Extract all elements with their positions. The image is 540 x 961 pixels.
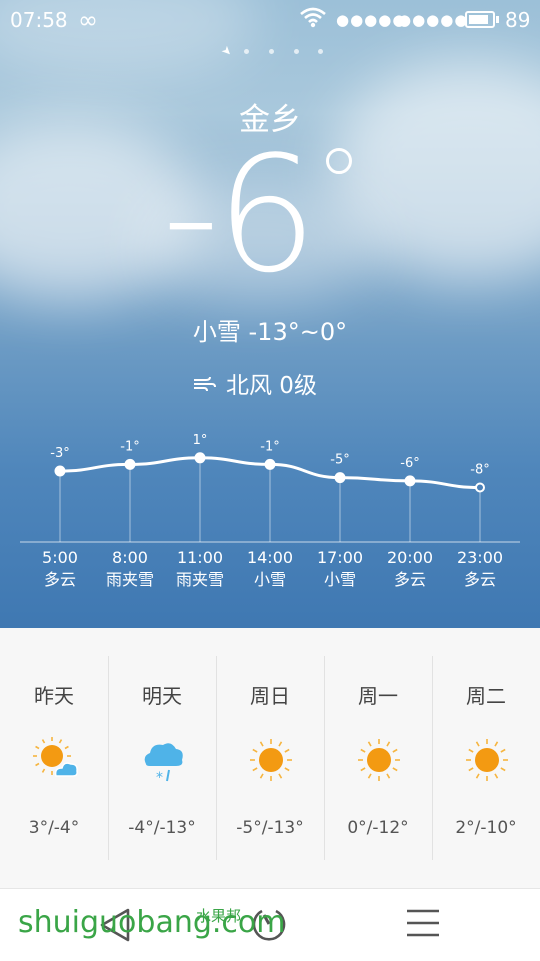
chart-condition-label: 多云 — [464, 570, 496, 589]
forecast-temp-range: 0°/-12° — [347, 818, 409, 838]
chart-condition-label: 小雪 — [254, 570, 286, 589]
chart-tick-label: 11:00 — [177, 548, 223, 567]
chart-tick-label: 8:00 — [112, 548, 148, 567]
wind-info: 北风 0级 — [192, 366, 317, 400]
daily-forecast: 昨天 3°/-4° 明天 * -4°/-13° 周日 -5°/-13° 周一 0°/-… — [0, 628, 540, 888]
location-arrow-icon: ➤ — [218, 42, 236, 60]
chart-point — [404, 475, 416, 487]
chart-point — [194, 452, 206, 464]
chart-data-label: -3° — [50, 446, 69, 461]
chart-point — [334, 472, 346, 484]
sun-icon — [464, 736, 510, 784]
condition-range: 小雪 -13°~0° — [192, 318, 348, 346]
forecast-divider — [432, 656, 433, 860]
status-bar: 07:58 ∞ ●●●●● ●●●●● 89 — [0, 0, 540, 40]
sun-icon — [248, 736, 294, 784]
chart-point — [124, 458, 136, 470]
signal-strength-icon-2: ●●●●● — [398, 11, 469, 29]
chart-data-label: -1° — [120, 439, 139, 454]
clock: 07:58 — [10, 8, 68, 32]
forecast-temp-range: -4°/-13° — [128, 818, 196, 838]
forecast-day-name: 周日 — [250, 684, 290, 708]
chart-data-label: 1° — [193, 433, 208, 448]
chart-tick-label: 17:00 — [317, 548, 363, 567]
forecast-day-name: 昨天 — [34, 684, 74, 708]
forecast-divider — [324, 656, 325, 860]
wind-icon — [192, 373, 216, 399]
forecast-day-name: 明天 — [142, 684, 182, 708]
battery-icon — [465, 11, 499, 28]
chart-data-label: -1° — [260, 439, 279, 454]
chart-tick-label: 23:00 — [457, 548, 503, 567]
chart-condition-label: 多云 — [394, 570, 426, 589]
signal-strength-icon: ●●●●● — [336, 11, 407, 29]
chart-data-label: -5° — [330, 453, 349, 468]
snow-cloud-icon: * — [140, 736, 186, 786]
forecast-day-4[interactable]: 周二 2°/-10° — [432, 628, 540, 888]
partly-cloudy-sun-icon — [32, 736, 78, 784]
watermark: shuiguobang.com 水果邦 — [18, 905, 286, 940]
chart-condition-label: 雨夹雪 — [106, 570, 154, 589]
forecast-day-3[interactable]: 周一 0°/-12° — [324, 628, 432, 888]
page-dot — [243, 49, 249, 54]
chart-condition-label: 小雪 — [324, 570, 356, 589]
forecast-day-0[interactable]: 昨天 3°/-4° — [0, 628, 108, 888]
sun-icon — [356, 736, 402, 784]
chart-data-label: -6° — [400, 456, 419, 471]
forecast-day-1[interactable]: 明天 * -4°/-13° — [108, 628, 216, 888]
chart-point — [54, 465, 66, 477]
current-temperature: -6 — [162, 121, 318, 308]
infinity-icon: ∞ — [78, 6, 98, 34]
hourly-temperature-chart: -3° 5:00 多云 -1° 8:00 雨夹雪 1° 11:00 雨夹雪 -1° 14:00 小雪 -… — [20, 433, 520, 589]
forecast-day-name: 周一 — [358, 684, 398, 708]
chart-tick-label: 14:00 — [247, 548, 293, 567]
forecast-temp-range: 2°/-10° — [455, 818, 517, 838]
wifi-icon — [300, 6, 326, 33]
forecast-temp-range: 3°/-4° — [28, 818, 80, 838]
chart-data-label: -8° — [470, 463, 489, 478]
page-indicator[interactable]: ➤ — [218, 42, 331, 60]
page-dot — [268, 49, 274, 54]
page-dot — [293, 49, 299, 54]
forecast-divider — [216, 656, 217, 860]
chart-point — [264, 458, 276, 470]
chart-tick-label: 20:00 — [387, 548, 433, 567]
forecast-day-2[interactable]: 周日 -5°/-13° — [216, 628, 324, 888]
chart-point — [475, 482, 485, 493]
page-dot — [318, 49, 324, 54]
forecast-temp-range: -5°/-13° — [236, 818, 304, 838]
forecast-divider — [108, 656, 109, 860]
watermark-text: shuiguobang.com — [18, 905, 286, 940]
chart-condition-label: 多云 — [44, 570, 76, 589]
degree-symbol — [326, 148, 352, 174]
watermark-cn: 水果邦 — [196, 907, 242, 925]
menu-icon[interactable] — [405, 907, 441, 943]
chart-condition-label: 雨夹雪 — [176, 570, 224, 589]
wind-text: 北风 0级 — [226, 373, 317, 399]
svg-text:*: * — [156, 770, 163, 784]
forecast-day-name: 周二 — [466, 684, 506, 708]
chart-tick-label: 5:00 — [42, 548, 78, 567]
battery-percent: 89 — [505, 8, 531, 32]
